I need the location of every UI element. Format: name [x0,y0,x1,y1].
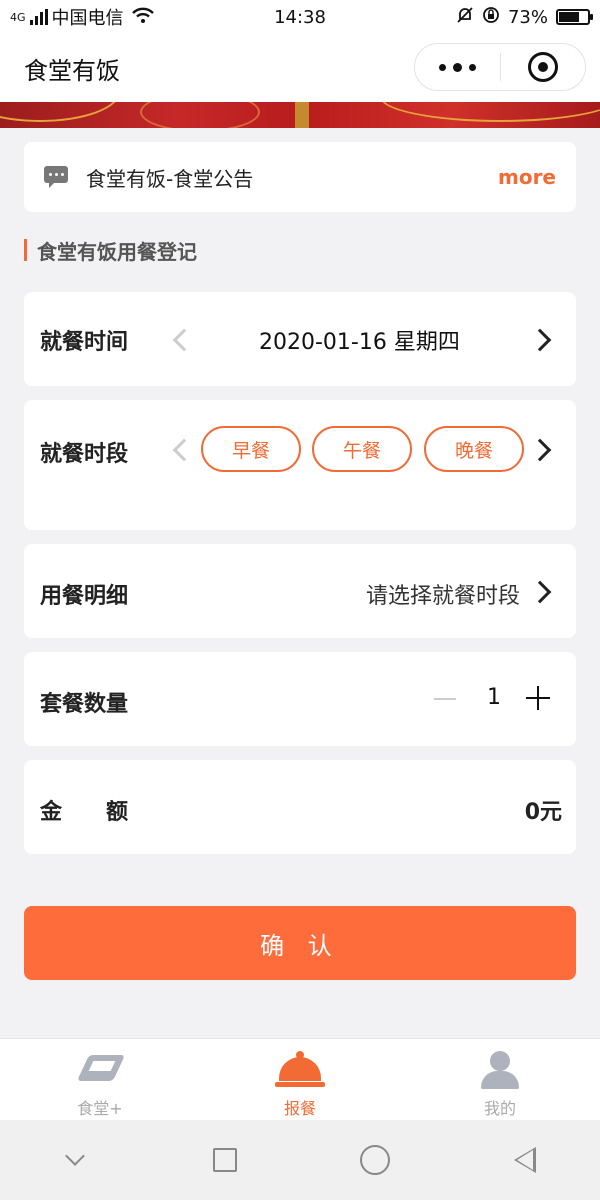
app-header: 食堂有饭 [0,34,600,102]
mini-program-capsule [414,43,586,91]
banner-decoration [295,102,309,128]
back-triangle-icon [514,1147,536,1173]
section-header: 食堂有饭用餐登记 [24,238,197,264]
target-icon [527,52,558,82]
meal-detail-row[interactable]: 用餐明细 请选择就餐时段 [24,544,576,638]
home-button[interactable] [300,1145,450,1175]
announcement-text: 食堂有饭-食堂公告 [86,166,254,191]
breakfast-button[interactable]: 早餐 [201,426,301,472]
handshake-icon [75,1049,126,1089]
back-button[interactable] [450,1147,600,1173]
wifi-icon [131,7,154,27]
chevron-right-icon [528,580,552,604]
amount-label: 金 额 [40,800,129,825]
circle-icon [360,1145,390,1175]
chevron-down-icon [65,1146,85,1166]
carrier-name: 中国电信 [51,8,124,29]
increase-quantity-button[interactable] [526,686,550,710]
lunch-button[interactable]: 午餐 [312,426,412,472]
section-accent-bar [24,239,27,261]
tab-order-meal[interactable]: 报餐 [200,1039,400,1120]
meal-period-row: 就餐时段 早餐 午餐 晚餐 [24,400,576,530]
square-icon [213,1148,237,1172]
clock: 14:38 [274,6,326,28]
amount-row: 金 额 0元 [24,760,576,854]
hide-nav-button[interactable] [0,1146,150,1166]
meal-date-label: 就餐时间 [40,330,129,355]
page-title: 食堂有饭 [24,56,120,85]
tab-canteen-plus[interactable]: 食堂+ [0,1039,200,1120]
banner-decoration [380,102,600,122]
meal-date-row: 就餐时间 2020-01-16 星期四 [24,292,576,386]
food-dome-icon [275,1049,325,1089]
more-options-icon[interactable] [415,62,500,72]
system-navigation-bar [0,1120,600,1200]
banner-image[interactable] [0,102,600,128]
status-bar: 4G 中国电信 14:38 73% [0,0,600,34]
next-date-icon[interactable] [528,328,552,352]
section-title: 食堂有饭用餐登记 [37,239,197,264]
announcement-more-link[interactable]: more [498,165,556,189]
quantity-label: 套餐数量 [40,692,129,717]
bottom-tab-bar: 食堂+ 报餐 我的 [0,1038,600,1120]
tab-label: 我的 [483,1099,516,1118]
battery-icon [556,9,593,25]
quantity-value: 1 [487,685,501,710]
tab-mine[interactable]: 我的 [400,1039,600,1120]
previous-period-icon[interactable] [172,438,196,462]
tab-label: 食堂+ [77,1099,123,1118]
message-icon [44,166,68,188]
meal-date-value: 2020-01-16 星期四 [259,330,460,355]
meal-period-label: 就餐时段 [40,442,129,467]
previous-date-icon[interactable] [172,328,196,352]
rotation-lock-icon [482,6,500,29]
network-type: 4G [10,10,26,24]
tab-label: 报餐 [283,1099,316,1118]
confirm-button[interactable]: 确 认 [24,906,576,980]
quantity-row: 套餐数量 1 [24,652,576,746]
mute-icon [456,6,474,29]
next-period-icon[interactable] [528,438,552,462]
dinner-button[interactable]: 晚餐 [424,426,524,472]
decrease-quantity-button[interactable] [434,698,456,700]
amount-value: 0元 [524,800,562,825]
battery-percent: 73% [507,6,548,28]
recent-apps-button[interactable] [150,1148,300,1172]
signal-icon [29,9,48,25]
announcement-bar[interactable]: 食堂有饭-食堂公告 more [24,142,576,212]
close-mini-program-button[interactable] [501,52,586,82]
banner-decoration [0,102,120,122]
meal-detail-label: 用餐明细 [40,584,129,609]
banner-decoration [140,102,260,128]
meal-detail-value: 请选择就餐时段 [365,584,520,609]
person-icon [475,1049,525,1089]
